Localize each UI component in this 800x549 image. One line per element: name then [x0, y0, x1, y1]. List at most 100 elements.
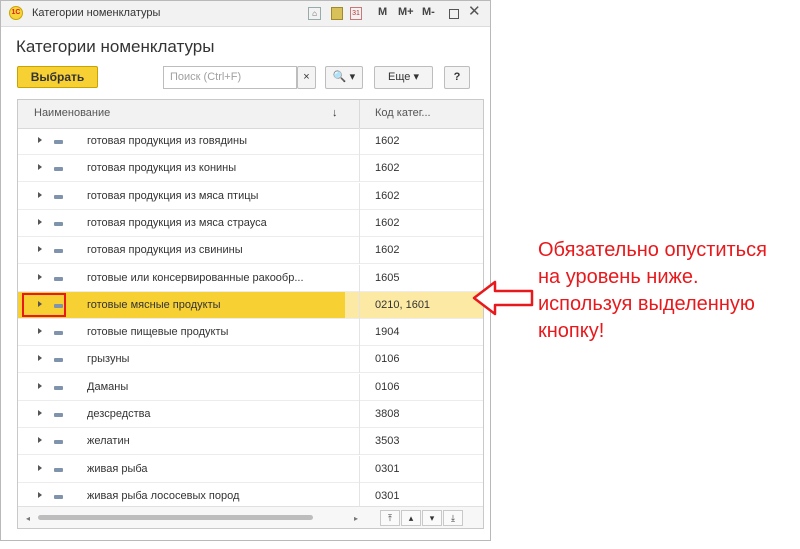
category-item-icon: [54, 276, 63, 281]
categories-table: Наименование ↓ Код катег... готовая прод…: [17, 99, 484, 529]
category-item-icon: [54, 331, 63, 336]
column-divider: [359, 100, 360, 128]
table-row[interactable]: готовая продукция из говядины 1602: [18, 128, 483, 155]
row-code: 1602: [375, 244, 400, 257]
table-row[interactable]: грызуны 0106: [18, 346, 483, 374]
memory-button[interactable]: M: [378, 6, 387, 18]
row-code: 1602: [375, 135, 400, 147]
column-divider: [359, 209, 360, 237]
expand-arrow-icon[interactable]: [38, 464, 42, 471]
expand-arrow-icon[interactable]: [38, 191, 42, 198]
sort-desc-icon[interactable]: ↓: [332, 107, 338, 119]
page-down-button[interactable]: ▾: [422, 510, 442, 526]
memory-minus-button[interactable]: M-: [422, 6, 435, 18]
column-divider: [359, 373, 360, 401]
expand-arrow-icon[interactable]: [38, 137, 42, 143]
window-title: Категории номенклатуры: [32, 7, 161, 19]
scroll-left-icon[interactable]: ◂: [26, 514, 30, 523]
memory-plus-button[interactable]: M+: [398, 6, 414, 18]
row-code: 1602: [375, 162, 400, 175]
expand-arrow-icon[interactable]: [38, 273, 42, 280]
row-name: готовые мясные продукты: [87, 298, 221, 311]
expand-arrow-icon[interactable]: [38, 410, 42, 416]
column-divider: [359, 237, 360, 265]
row-code: 0106: [375, 380, 400, 393]
category-item-icon: [54, 467, 63, 472]
table-row[interactable]: готовые пищевые продукты 1904: [18, 319, 483, 347]
table-row[interactable]: готовая продукция из мяса птицы 1602: [18, 182, 483, 210]
column-divider: [359, 346, 360, 374]
highlight-frame: [22, 292, 66, 317]
column-header-code[interactable]: Код катег...: [375, 107, 431, 119]
expand-arrow-icon[interactable]: [38, 328, 42, 335]
table-row-selected[interactable]: готовые мясные продукты 0210, 1601: [18, 291, 483, 319]
table-row[interactable]: желатин 3503: [18, 428, 483, 456]
column-divider: [359, 155, 360, 183]
column-divider: [359, 428, 360, 456]
page-up-button[interactable]: ▴: [401, 510, 421, 526]
link-icon[interactable]: ⌂: [308, 7, 321, 20]
expand-arrow-icon[interactable]: [38, 437, 42, 444]
scrollbar-thumb[interactable]: [38, 515, 313, 520]
column-divider: [359, 319, 360, 347]
close-icon[interactable]: ✕: [468, 4, 481, 19]
help-button[interactable]: ?: [444, 66, 470, 89]
expand-arrow-icon[interactable]: [38, 382, 42, 389]
row-code: 1605: [375, 271, 400, 284]
table-header: Наименование ↓ Код катег...: [18, 100, 483, 129]
clear-search-button[interactable]: ×: [297, 66, 316, 89]
category-item-icon: [54, 194, 63, 199]
first-page-button[interactable]: ⤒: [380, 510, 400, 526]
category-item-icon: [54, 249, 63, 254]
maximize-icon[interactable]: [449, 9, 459, 19]
row-code: 0106: [375, 353, 400, 366]
row-name: желатин: [87, 435, 130, 448]
row-name: готовая продукция из конины: [87, 162, 237, 175]
column-divider: [359, 401, 360, 428]
more-button[interactable]: Еще ▾: [374, 66, 433, 89]
calculator-icon[interactable]: [331, 7, 343, 20]
search-options-button[interactable]: 🔍 ▾: [325, 66, 363, 89]
category-item-icon: [54, 140, 63, 144]
column-header-name[interactable]: Наименование: [34, 107, 110, 119]
table-row[interactable]: дезсредства 3808: [18, 401, 483, 428]
row-name: готовая продукция из говядины: [87, 135, 248, 147]
row-name: грызуны: [87, 353, 130, 366]
catalog-window: 1С Категории номенклатуры ⌂ 31 M M+ M- ✕…: [0, 0, 491, 541]
table-row[interactable]: готовые или консервированные ракообр... 1…: [18, 264, 483, 292]
last-page-button[interactable]: ⤓: [443, 510, 463, 526]
category-item-icon: [54, 413, 63, 417]
row-code: 3503: [375, 435, 400, 448]
table-row[interactable]: живая рыба 0301: [18, 455, 483, 483]
expand-arrow-icon[interactable]: [38, 246, 42, 253]
row-name: готовые или консервированные ракообр...: [87, 271, 304, 284]
column-divider: [359, 455, 360, 483]
expand-arrow-icon[interactable]: [38, 218, 42, 225]
title-bar: 1С Категории номенклатуры ⌂ 31 M M+ M- ✕: [1, 1, 490, 27]
pointer-arrow-icon: [472, 280, 534, 316]
category-item-icon: [54, 358, 63, 363]
expand-arrow-icon[interactable]: [38, 491, 42, 498]
table-row[interactable]: готовая продукция из мяса страуса 1602: [18, 209, 483, 237]
category-item-icon: [54, 440, 63, 445]
table-row[interactable]: готовая продукция из конины 1602: [18, 155, 483, 183]
select-button[interactable]: Выбрать: [17, 66, 98, 88]
row-code: 0301: [375, 489, 400, 502]
app-logo-icon: 1С: [9, 6, 23, 20]
horizontal-scrollbar[interactable]: ◂ ▸ ⤒ ▴ ▾ ⤓: [18, 506, 483, 528]
row-name: готовая продукция из мяса страуса: [87, 216, 267, 229]
row-name: готовые пищевые продукты: [87, 326, 229, 339]
row-code: 0301: [375, 462, 400, 475]
category-item-icon: [54, 167, 63, 172]
calendar-icon[interactable]: 31: [350, 7, 362, 20]
search-input[interactable]: Поиск (Ctrl+F): [163, 66, 297, 89]
expand-arrow-icon[interactable]: [38, 355, 42, 362]
row-code: 1602: [375, 189, 400, 202]
scroll-right-icon[interactable]: ▸: [354, 514, 358, 523]
form-title: Категории номенклатуры: [16, 37, 215, 56]
table-row[interactable]: готовая продукция из свинины 1602: [18, 237, 483, 265]
table-row[interactable]: Даманы 0106: [18, 373, 483, 401]
expand-arrow-icon[interactable]: [38, 164, 42, 171]
column-divider: [359, 182, 360, 210]
column-divider: [359, 264, 360, 292]
